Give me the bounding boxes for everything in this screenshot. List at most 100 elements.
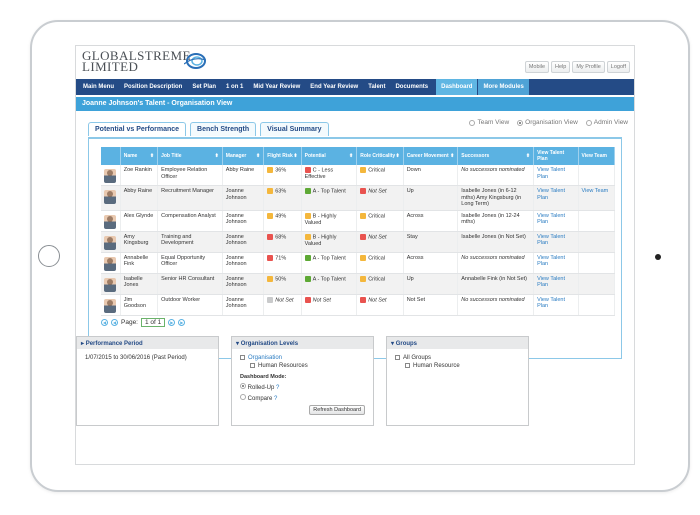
prev-page-button[interactable]: ◀ (111, 318, 118, 326)
tab-potential-vs-performance[interactable]: Potential vs Performance (88, 122, 187, 136)
view-talent-plan-link[interactable]: View Talent Plan (533, 210, 579, 232)
help-icon[interactable]: ? (276, 385, 279, 391)
flight-risk-cell: 71% (263, 252, 302, 274)
view-talent-plan-link[interactable]: View Talent Plan (533, 294, 579, 316)
flight-risk-cell: 50% (263, 273, 302, 295)
view-team-link[interactable] (578, 231, 616, 253)
nav-item-dashboard[interactable]: Dashboard (436, 79, 478, 95)
organisation-levels-header[interactable]: ▾ Organisation Levels (232, 337, 373, 349)
top-link-mobile[interactable]: Mobile (524, 61, 550, 73)
nav-item-documents[interactable]: Documents (390, 79, 433, 95)
job-title-cell: Training and Development (157, 231, 223, 253)
sort-icon[interactable]: ⬍ (256, 153, 260, 159)
mode-rolled-up[interactable]: Rolled-Up ? (240, 383, 365, 391)
view-option-team-view[interactable]: Team View (469, 119, 509, 126)
org-child-item[interactable]: Human Resources (240, 363, 365, 369)
header-role-criticality[interactable]: Role Criticality ⬍ (356, 147, 404, 165)
refresh-dashboard-button[interactable]: Refresh Dashboard (309, 405, 365, 416)
header-potential[interactable]: Potential ⬍ (301, 147, 358, 165)
groups-child-checkbox[interactable] (405, 363, 410, 369)
header-view-talent-plan[interactable]: View Talent Plan (533, 147, 579, 165)
sort-icon[interactable]: ⬍ (349, 153, 353, 159)
groups-root-checkbox[interactable] (395, 355, 400, 360)
sort-icon[interactable]: ⬍ (150, 153, 154, 159)
view-option-organisation-view[interactable]: Organisation View (517, 119, 578, 126)
rolled-up-radio[interactable] (240, 383, 246, 390)
status-swatch (360, 233, 367, 240)
manager-cell: Joanne Johnson (222, 294, 265, 316)
groups-child-item[interactable]: Human Resource (395, 363, 520, 369)
org-root-checkbox[interactable] (240, 355, 245, 360)
header-label: Job Title (161, 153, 182, 159)
view-team-link[interactable] (578, 210, 616, 232)
nav-item-position-description[interactable]: Position Description (119, 79, 187, 95)
tab-bench-strength[interactable]: Bench Strength (190, 122, 257, 136)
role-criticality-cell: Critical (356, 210, 404, 232)
status-swatch (360, 254, 367, 261)
view-option-admin-view[interactable]: Admin View (585, 119, 628, 126)
view-options: Team View Organisation View Admin View (469, 119, 628, 126)
view-team-link[interactable] (578, 273, 616, 295)
job-title-cell: Compensation Analyst (157, 210, 223, 232)
mode-compare[interactable]: Compare ? (240, 394, 365, 402)
view-team-link[interactable] (578, 252, 616, 274)
role-criticality-cell: Critical (356, 165, 404, 186)
header-name[interactable]: Name ⬍ (120, 147, 159, 165)
name-cell: Isabelle Jones (120, 273, 159, 295)
performance-period-header[interactable]: ▸ Performance Period (77, 337, 218, 349)
help-icon[interactable]: ? (274, 396, 277, 402)
top-link-logoff[interactable]: Logoff (606, 61, 630, 73)
view-talent-plan-link[interactable]: View Talent Plan (533, 252, 579, 274)
avatar (104, 256, 117, 271)
groups-header[interactable]: ▾ Groups (387, 337, 528, 349)
next-page-button[interactable]: ▶ (168, 318, 176, 326)
tab-visual-summary[interactable]: Visual Summary (260, 122, 329, 136)
performance-period-value[interactable]: 1/07/2015 to 30/06/2016 (Past Period) (77, 349, 218, 367)
top-link-help[interactable]: Help (551, 61, 571, 73)
sort-icon[interactable]: ⬍ (395, 153, 399, 159)
view-team-link[interactable]: View Team (578, 185, 616, 211)
view-talent-plan-link[interactable]: View Talent Plan (533, 185, 579, 211)
header-job-title[interactable]: Job Title ⬍ (157, 147, 223, 165)
name-cell: Alex Glynde (120, 210, 159, 232)
page-number-box[interactable]: 1 of 1 (141, 317, 166, 327)
nav-item-more-modules[interactable]: More Modules (478, 79, 529, 95)
top-link-my-profile[interactable]: My Profile (572, 61, 605, 73)
header-view-team[interactable]: View Team (578, 147, 616, 165)
radio-button[interactable] (585, 119, 592, 126)
nav-item-main-menu[interactable]: Main Menu (78, 79, 119, 95)
name-cell: Abby Raine (120, 185, 159, 211)
header-photo (101, 147, 121, 165)
org-root-item[interactable]: Organisation (240, 355, 365, 361)
header-manager[interactable]: Manager ⬍ (222, 147, 265, 165)
nav-item-end-year-review[interactable]: End Year Review (305, 79, 363, 95)
header-career-movement[interactable]: Career Movement ⬍ (403, 147, 459, 165)
first-page-button[interactable]: ◀ (101, 318, 108, 326)
header-successors[interactable]: Successors ⬍ (457, 147, 535, 165)
org-child-checkbox[interactable] (250, 363, 255, 369)
nav-item-1-on-1[interactable]: 1 on 1 (221, 79, 248, 95)
successors-cell: Isabelle Jones (in 12-24 mths) (457, 210, 535, 232)
successors-cell: Isabelle Jones (in 6-12 mths) Amy Kingsb… (457, 185, 535, 211)
manager-cell: Abby Raine (222, 165, 265, 186)
radio-button[interactable] (517, 119, 524, 126)
avatar (104, 277, 117, 292)
groups-root-item[interactable]: All Groups (395, 355, 520, 361)
view-team-link[interactable] (578, 165, 616, 186)
nav-item-mid-year-review[interactable]: Mid Year Review (248, 79, 305, 95)
view-talent-plan-link[interactable]: View Talent Plan (533, 273, 579, 295)
nav-item-talent[interactable]: Talent (363, 79, 390, 95)
compare-radio[interactable] (240, 394, 246, 401)
header-flight-risk[interactable]: Flight Risk ⬍ (263, 147, 302, 165)
radio-button[interactable] (469, 119, 476, 126)
view-team-link[interactable] (578, 294, 616, 316)
sort-icon[interactable]: ⬍ (450, 153, 454, 159)
last-page-button[interactable]: ▶ (178, 318, 186, 326)
nav-item-set-plan[interactable]: Set Plan (187, 79, 221, 95)
sort-icon[interactable]: ⬍ (293, 153, 297, 159)
sort-icon[interactable]: ⬍ (526, 153, 530, 159)
avatar (104, 169, 117, 183)
sort-icon[interactable]: ⬍ (215, 153, 219, 159)
view-talent-plan-link[interactable]: View Talent Plan (533, 231, 579, 253)
view-talent-plan-link[interactable]: View Talent Plan (533, 165, 579, 186)
